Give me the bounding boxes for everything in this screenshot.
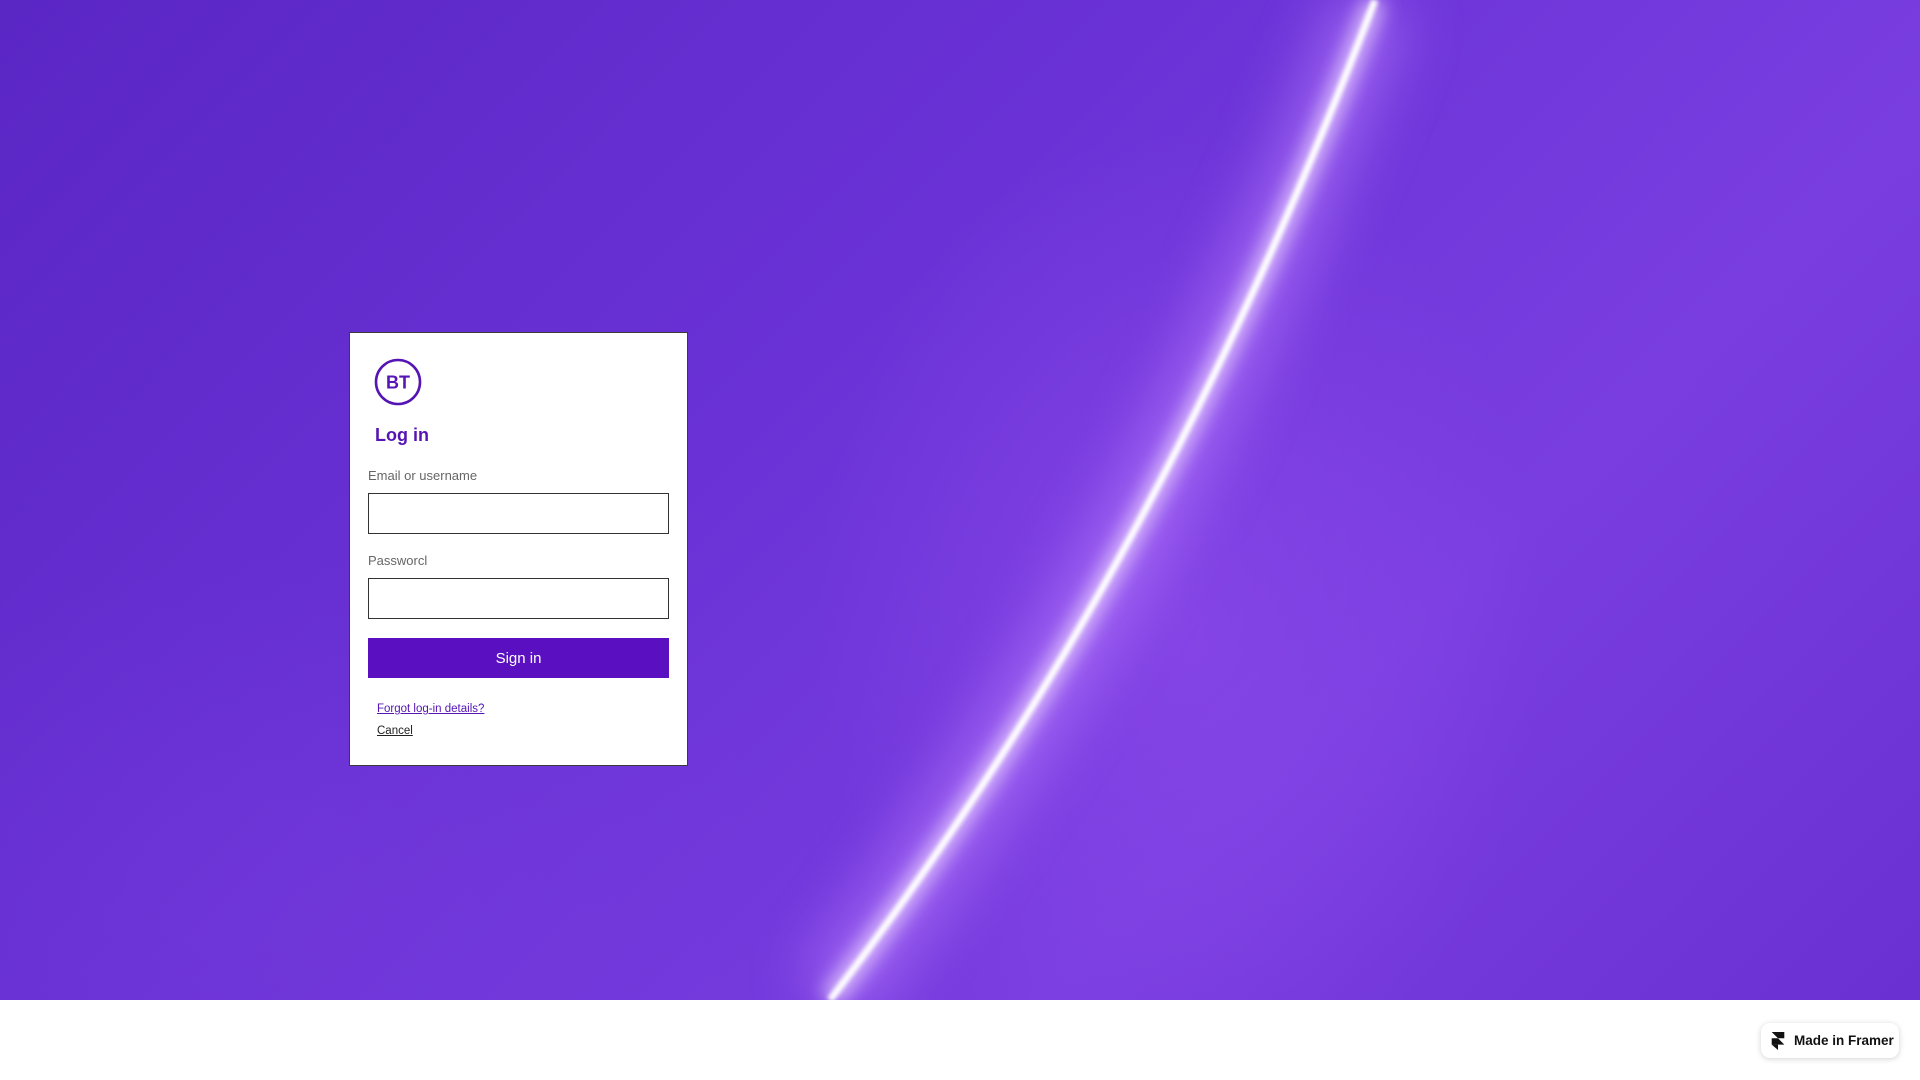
framer-icon — [1771, 1031, 1785, 1050]
password-label: Passworcl — [368, 553, 428, 568]
forgot-details-link[interactable]: Forgot log-in details? — [377, 703, 484, 715]
email-label: Email or username — [368, 468, 478, 483]
made-in-framer-badge[interactable]: Made in Framer — [1761, 1023, 1899, 1058]
bt-logo-icon: BT — [374, 358, 422, 406]
password-field[interactable] — [368, 578, 669, 619]
sign-in-button[interactable]: Sign in — [368, 638, 669, 678]
login-card: BT Log in Email or username Passworcl Si… — [349, 332, 688, 766]
page-title: Log in — [375, 425, 429, 445]
made-in-framer-label: Made in Framer — [1794, 1033, 1894, 1048]
email-field[interactable] — [368, 493, 669, 534]
cancel-link[interactable]: Cancel — [377, 725, 413, 737]
hero-background — [0, 0, 1920, 1000]
bt-logo-text: BT — [386, 373, 410, 393]
footer — [0, 1000, 1920, 1080]
light-streak-graphic — [798, 0, 1413, 1000]
